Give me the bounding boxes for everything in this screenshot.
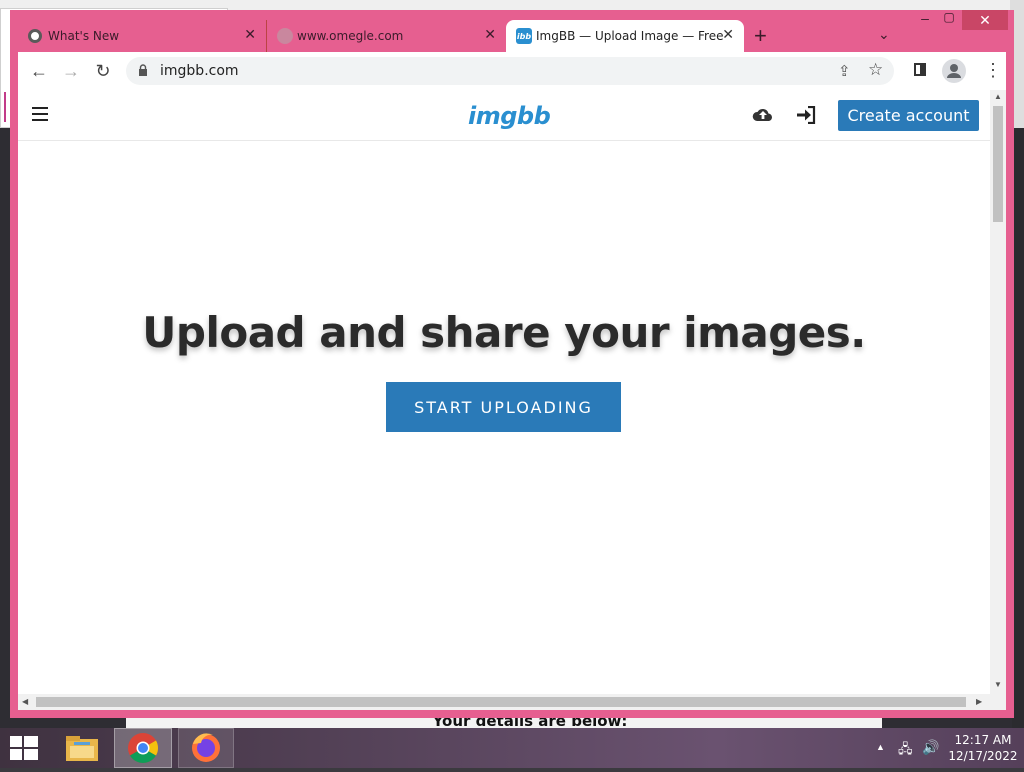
file-explorer-icon[interactable] bbox=[56, 730, 108, 766]
tray-show-hidden-icon[interactable]: ▲ bbox=[876, 742, 885, 752]
sign-in-icon[interactable] bbox=[796, 106, 816, 124]
start-uploading-button[interactable]: START UPLOADING bbox=[386, 382, 621, 432]
horizontal-scrollbar[interactable]: ◀ ▶ bbox=[18, 694, 1006, 710]
vertical-scroll-thumb[interactable] bbox=[993, 106, 1003, 222]
lock-icon[interactable] bbox=[138, 64, 148, 76]
chrome-taskbar-icon[interactable] bbox=[114, 728, 172, 768]
tab-search-dropdown-icon[interactable]: ⌄ bbox=[878, 26, 890, 43]
upload-cloud-icon[interactable] bbox=[752, 106, 774, 122]
address-bar[interactable]: imgbb.com ⇪ ☆ bbox=[126, 57, 894, 85]
hero-title: Upload and share your images. bbox=[142, 308, 866, 357]
more-menu-icon[interactable]: ⋮ bbox=[984, 60, 1002, 81]
url-text[interactable]: imgbb.com bbox=[160, 63, 239, 79]
create-account-button[interactable]: Create account bbox=[838, 100, 979, 131]
network-icon[interactable]: 🖧 bbox=[898, 740, 913, 762]
taskbar-clock[interactable]: 12:17 AM 12/17/2022 bbox=[948, 732, 1018, 764]
minimize-button[interactable]: – bbox=[916, 10, 934, 30]
tab-strip: What's New ✕ www.omegle.com ✕ ibb ImgBB … bbox=[10, 10, 1014, 52]
site-header: imgbb Create account bbox=[18, 90, 990, 141]
chrome-icon bbox=[28, 29, 42, 43]
tab-omegle[interactable]: www.omegle.com ✕ bbox=[266, 20, 506, 52]
horizontal-scroll-thumb[interactable] bbox=[36, 697, 966, 707]
share-icon[interactable]: ⇪ bbox=[838, 62, 851, 80]
close-icon[interactable]: ✕ bbox=[722, 27, 734, 43]
scroll-up-arrow-icon[interactable]: ▲ bbox=[994, 92, 1002, 101]
vertical-scrollbar[interactable]: ▲ ▼ bbox=[990, 90, 1006, 694]
clock-date: 12/17/2022 bbox=[948, 749, 1018, 763]
tab-label: www.omegle.com bbox=[297, 29, 404, 43]
bookmark-star-icon[interactable]: ☆ bbox=[868, 60, 883, 80]
imgbb-icon: ibb bbox=[516, 28, 532, 44]
globe-icon bbox=[277, 28, 293, 44]
maximize-button[interactable]: ▢ bbox=[940, 10, 958, 30]
profile-avatar-icon[interactable] bbox=[942, 59, 966, 83]
close-icon[interactable]: ✕ bbox=[244, 27, 256, 43]
tab-label: What's New bbox=[48, 29, 120, 43]
back-arrow-icon[interactable]: ← bbox=[26, 58, 52, 84]
page-viewport: imgbb Create account Upload and share yo… bbox=[18, 90, 1006, 710]
new-tab-button[interactable]: + bbox=[754, 24, 767, 48]
firefox-taskbar-icon[interactable] bbox=[178, 728, 234, 768]
scroll-down-arrow-icon[interactable]: ▼ bbox=[994, 680, 1002, 689]
forward-arrow-icon[interactable]: → bbox=[58, 58, 84, 84]
tab-imgbb[interactable]: ibb ImgBB — Upload Image — Free ✕ bbox=[506, 20, 744, 52]
reload-icon[interactable]: ↻ bbox=[90, 58, 116, 84]
browser-toolbar: ← → ↻ imgbb.com ⇪ ☆ ⋮ bbox=[18, 52, 1006, 90]
clock-time: 12:17 AM bbox=[954, 733, 1012, 747]
imgbb-logo[interactable]: imgbb bbox=[468, 102, 551, 130]
background-window-edge bbox=[4, 92, 6, 122]
windows-start-icon[interactable] bbox=[10, 736, 38, 760]
scroll-left-arrow-icon[interactable]: ◀ bbox=[22, 697, 28, 706]
volume-icon[interactable]: 🔊 bbox=[922, 739, 939, 756]
window-close-button[interactable]: ✕ bbox=[962, 10, 1008, 30]
browser-window: What's New ✕ www.omegle.com ✕ ibb ImgBB … bbox=[10, 10, 1014, 718]
close-icon[interactable]: ✕ bbox=[484, 27, 496, 43]
tab-whats-new[interactable]: What's New ✕ bbox=[18, 20, 266, 52]
tab-label: ImgBB — Upload Image — Free bbox=[536, 29, 724, 43]
side-panel-icon[interactable] bbox=[914, 63, 926, 76]
hamburger-menu-icon[interactable] bbox=[32, 107, 48, 121]
taskbar: ▲ 🖧 🔊 12:17 AM 12/17/2022 bbox=[0, 728, 1024, 768]
scroll-right-arrow-icon[interactable]: ▶ bbox=[976, 697, 982, 706]
